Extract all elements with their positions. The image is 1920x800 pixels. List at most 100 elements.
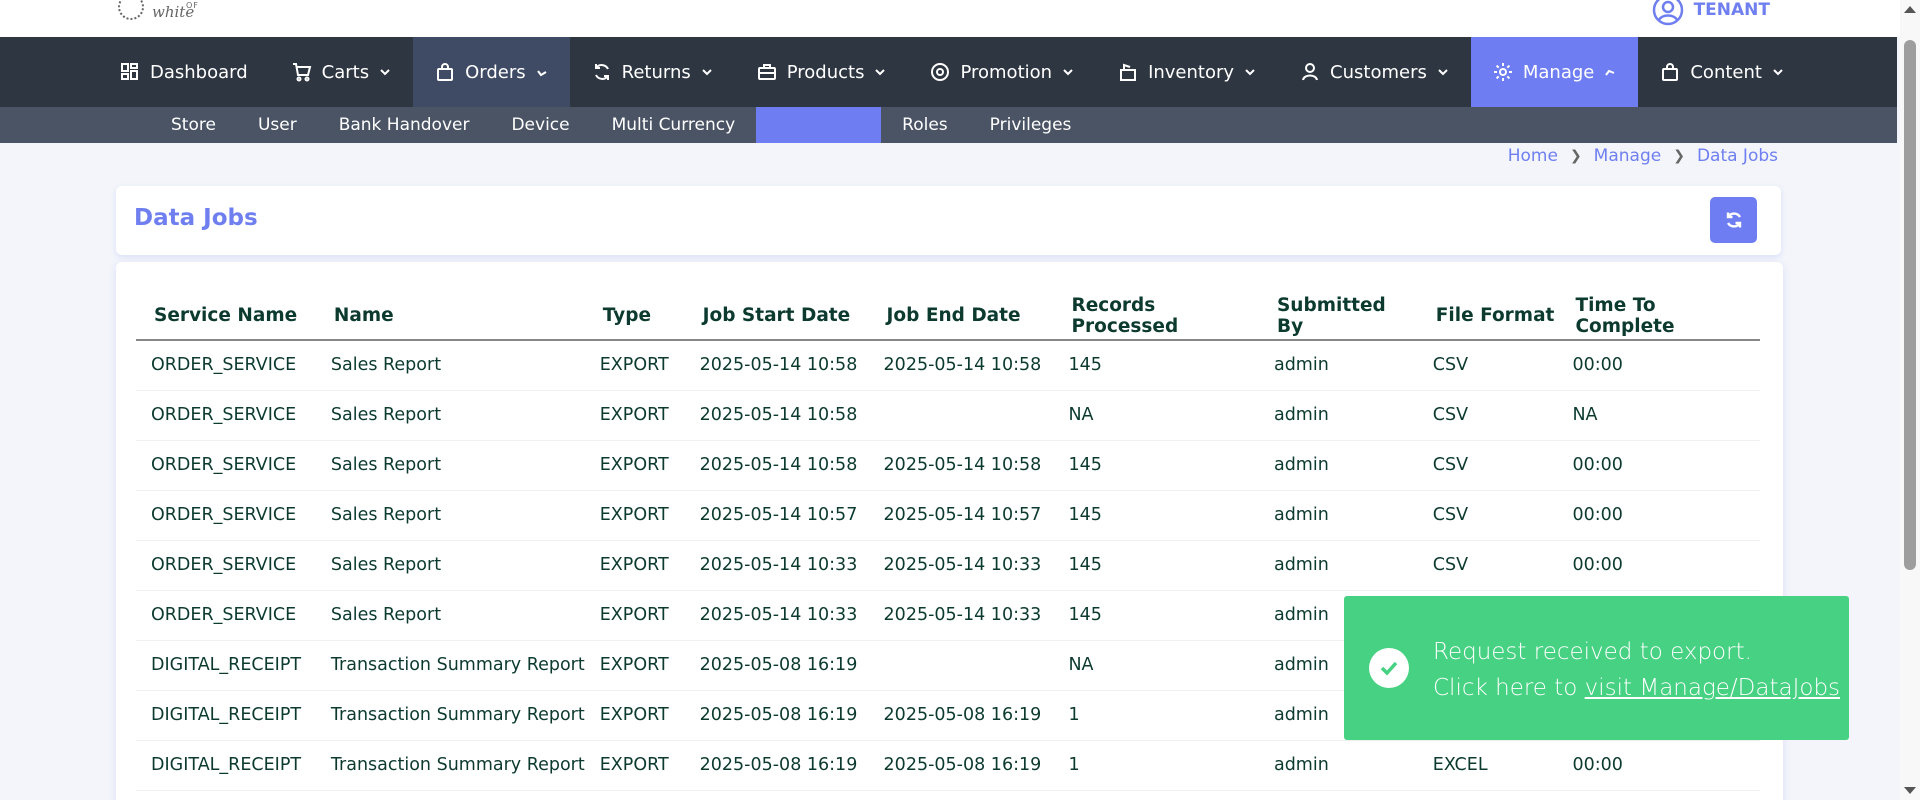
table-cell: 145 — [1053, 440, 1259, 491]
subnav-item-roles[interactable]: Roles — [881, 107, 969, 143]
logo-sub-text: SHADOW OF — [186, 0, 228, 10]
table-cell: 2025-05-14 10:58 — [868, 340, 1054, 391]
table-cell: 2025-05-14 10:58 — [684, 440, 869, 491]
table-row[interactable]: ORDER_SERVICE Sales Report EXPORT 2025-05-1… — [136, 540, 1760, 591]
nav-item-manage[interactable]: Manage — [1470, 37, 1639, 107]
table-cell: EXPORT — [584, 390, 685, 441]
table-cell: Sales Report — [315, 440, 585, 491]
scrollbar-thumb[interactable] — [1904, 40, 1916, 570]
toast-line2: Click here to visit Manage/DataJobs — [1433, 670, 1840, 706]
table-cell: 00:00 — [1557, 440, 1760, 491]
subnav-item-bank-handover[interactable]: Bank Handover — [318, 107, 491, 143]
chevron-down-icon — [875, 69, 886, 76]
table-cell: ORDER_SERVICE — [136, 390, 316, 441]
nav-item-content[interactable]: Content — [1638, 37, 1806, 107]
table-cell: 145 — [1053, 490, 1259, 541]
page-scrollbar[interactable] — [1900, 0, 1920, 800]
toast-line1: Request received to export. — [1433, 639, 1752, 665]
breadcrumb-current: Data Jobs — [1696, 146, 1778, 166]
table-cell: EXPORT — [584, 340, 685, 391]
nav-item-carts[interactable]: Carts — [270, 37, 413, 107]
subnav-item-privileges[interactable]: Privileges — [969, 107, 1093, 143]
table-row[interactable]: ORDER_SERVICE Sales Report EXPORT 2025-05-1… — [136, 440, 1760, 491]
nav-label: Inventory — [1148, 61, 1235, 83]
table-cell: admin — [1258, 740, 1418, 791]
subnav-item-device[interactable]: Device — [490, 107, 590, 143]
nav-label: Promotion — [960, 61, 1053, 83]
refresh-button[interactable] — [1710, 197, 1757, 243]
table-cell: EXPORT — [584, 640, 685, 691]
table-cell: EXCEL — [1417, 740, 1558, 791]
table-cell: CSV — [1417, 390, 1558, 441]
table-cell: Transaction Summary Report — [315, 640, 585, 691]
table-cell: 145 — [1053, 540, 1259, 591]
nav-label: Orders — [465, 61, 526, 83]
nav-label: Products — [786, 61, 865, 83]
table-cell: 2025-05-14 10:58 — [684, 340, 869, 391]
export-toast[interactable]: Request received to export. Click here t… — [1344, 596, 1849, 740]
nav-item-products[interactable]: Products — [735, 37, 909, 107]
table-cell: ORDER_SERVICE — [136, 540, 316, 591]
table-cell: 2025-05-14 10:58 — [868, 440, 1054, 491]
subnav-item-data-jobs[interactable] — [756, 107, 882, 143]
table-cell: 2025-05-14 10:33 — [868, 540, 1054, 591]
subnav-item-multi-currency[interactable]: Multi Currency — [591, 107, 757, 143]
table-cell: Sales Report — [315, 540, 585, 591]
toast-line2-prefix: Click here to — [1433, 675, 1585, 701]
toast-link[interactable]: visit Manage/DataJobs — [1585, 675, 1840, 701]
column-header: Records Processed — [1053, 292, 1259, 341]
table-cell: 2025-05-14 10:33 — [868, 590, 1054, 641]
table-cell: ORDER_SERVICE — [136, 440, 316, 491]
nav-item-inventory[interactable]: Inventory — [1096, 37, 1278, 107]
column-header: Submitted By — [1258, 292, 1418, 341]
box-icon — [1120, 63, 1137, 81]
subnav-item-store[interactable]: Store — [150, 107, 237, 143]
user-menu[interactable]: TENANT — [1652, 0, 1770, 26]
brand-logo[interactable]: SHADOW OF white — [118, 0, 228, 21]
table-cell: DIGITAL_RECEIPT — [136, 640, 316, 691]
column-header: File Format — [1417, 292, 1558, 341]
table-cell: CSV — [1417, 340, 1558, 391]
table-row[interactable]: ORDER_SERVICE Sales Report EXPORT 2025-05-1… — [136, 490, 1760, 541]
table-cell: 145 — [1053, 590, 1259, 641]
table-cell: ORDER_SERVICE — [136, 340, 316, 391]
table-cell: NA — [1053, 390, 1259, 441]
table-row[interactable]: ORDER_SERVICE Sales Report EXPORT 2025-05-1… — [136, 390, 1760, 441]
table-cell: admin — [1258, 440, 1418, 491]
table-cell: Sales Report — [315, 340, 585, 391]
bag-icon — [1662, 63, 1679, 81]
breadcrumb-home[interactable]: Home — [1508, 146, 1558, 166]
table-cell: 2025-05-08 16:19 — [868, 740, 1054, 791]
refresh-icon — [1726, 212, 1741, 228]
table-row[interactable]: DIGITAL_RECEIPT Transaction Summary Repor… — [136, 740, 1760, 791]
breadcrumb: Home ❯ Manage ❯ Data Jobs — [1508, 146, 1778, 166]
nav-item-returns[interactable]: Returns — [570, 37, 735, 107]
refresh-icon — [594, 64, 609, 80]
table-cell: EXPORT — [584, 590, 685, 641]
breadcrumb-manage[interactable]: Manage — [1594, 146, 1662, 166]
nav-label: Customers — [1330, 61, 1427, 83]
table-cell: 2025-05-14 10:57 — [684, 490, 869, 541]
nav-item-customers[interactable]: Customers — [1278, 37, 1471, 107]
scroll-up-arrow-icon[interactable] — [1904, 6, 1916, 13]
scroll-down-arrow-icon[interactable] — [1904, 787, 1916, 794]
chevron-down-icon — [1245, 69, 1255, 76]
nav-item-orders[interactable]: Orders — [413, 37, 570, 107]
table-cell: EXPORT — [584, 490, 685, 541]
table-cell: 2025-05-14 10:57 — [868, 490, 1054, 541]
table-cell: ORDER_SERVICE — [136, 590, 316, 641]
table-cell: CSV — [1417, 440, 1558, 491]
chevron-right-icon: ❯ — [1673, 148, 1685, 164]
table-cell: admin — [1258, 490, 1418, 541]
user-label: TENANT — [1693, 0, 1770, 20]
table-cell: DIGITAL_RECEIPT — [136, 740, 316, 791]
grid-icon — [121, 63, 138, 80]
table-cell: 2025-05-14 10:33 — [684, 590, 869, 641]
subnav-item-user[interactable]: User — [237, 107, 318, 143]
table-cell: 2025-05-14 10:33 — [684, 540, 869, 591]
table-row[interactable]: ORDER_SERVICE Sales Report EXPORT 2025-05-1… — [136, 340, 1760, 391]
nav-item-dashboard[interactable]: Dashboard — [98, 37, 270, 107]
user-circle-icon — [1652, 0, 1683, 26]
nav-item-promotion[interactable]: Promotion — [908, 37, 1096, 107]
page-title: Data Jobs — [134, 205, 258, 231]
